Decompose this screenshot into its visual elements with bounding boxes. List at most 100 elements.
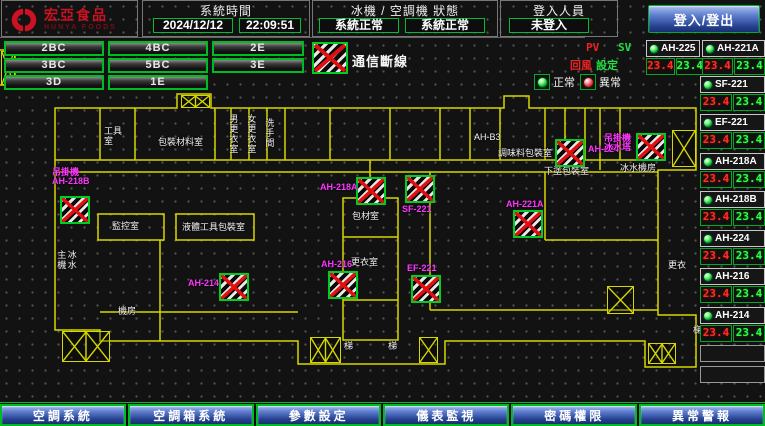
hmi-screen: 工具 室包裝材料室男更衣室女更衣室洗手間AH-B3調味料包裝室下塗包裝室冰水機房… (0, 0, 765, 426)
plan-unit-ef-221[interactable] (411, 275, 441, 303)
stair-hatch-icon (310, 337, 341, 363)
login-logout-button[interactable]: 登入/登出 (648, 5, 760, 33)
plan-unit-label: AH-218A (320, 183, 358, 192)
pv-value: 23.4 (700, 286, 732, 303)
unit-status-led-icon (703, 272, 713, 282)
ac-status-badge: 系統正常 (405, 18, 485, 33)
floor-button-5bc[interactable]: 5BC (108, 58, 208, 73)
room-label: 機房 (118, 306, 136, 316)
unit-name: AH-218A (715, 156, 757, 167)
unit-status-led-icon (705, 44, 715, 54)
plan-unit-ah-216[interactable] (328, 271, 358, 299)
unit-status-led-icon (703, 80, 713, 90)
nav-button-1[interactable]: 空調箱系統 (128, 404, 254, 426)
topbar-divider (0, 37, 585, 38)
empty-unit-slot (700, 345, 765, 362)
nav-button-0[interactable]: 空調系統 (0, 404, 126, 426)
unit-ah-216[interactable]: AH-216 (700, 268, 765, 285)
room-label: 梯 (344, 341, 353, 351)
room-label: 冰水機房 (620, 163, 656, 173)
brand-name: 宏亞食品 (44, 8, 117, 22)
pv-value: 23.4 (700, 171, 732, 188)
sv-value: 23.4 (733, 248, 765, 265)
unit-ah-221a-values: 23.423.4 (702, 58, 765, 75)
sv-value: 23.4 (733, 286, 765, 303)
system-time-section: 系統時間 2024/12/12 22:09:51 (142, 0, 310, 37)
unit-status-led-icon (703, 234, 713, 244)
login-title: 登入人員 (501, 2, 617, 19)
unit-ef-221[interactable]: EF-221 (700, 114, 765, 131)
nav-button-3[interactable]: 儀表監視 (383, 404, 509, 426)
unit-ah-216-values: 23.423.4 (700, 286, 765, 303)
room-label: 冰水 主機 (56, 250, 77, 270)
logo-section: 宏亞食品 HUNYA FOODS (1, 0, 138, 37)
unit-ah-224[interactable]: AH-224 (700, 230, 765, 247)
unit-status-led-icon (703, 311, 713, 321)
room-label: 更衣 (668, 260, 686, 270)
pv-value: 23.4 (700, 325, 732, 342)
nav-button-4[interactable]: 密碼權限 (511, 404, 637, 426)
plan-unit-label: 吊掛機 AH-218B (52, 168, 90, 187)
sv-value: 23.4 (733, 132, 765, 149)
machine-status-section: 冰機 / 空調機 狀態 系統正常 系統正常 (312, 0, 498, 37)
plan-unit-ah-218b[interactable] (60, 196, 90, 224)
room-label: 調味料包裝室 (498, 148, 552, 158)
plan-unit-label: AH-216 (321, 260, 352, 269)
plan-unit-ah-214[interactable] (219, 273, 249, 301)
pv-value: 23.4 (700, 94, 732, 111)
floor-button-2e[interactable]: 2E (212, 41, 304, 56)
room-label: 女更衣室 (246, 114, 256, 154)
system-time-title: 系統時間 (143, 2, 309, 19)
floor-button-3e[interactable]: 3E (212, 58, 304, 73)
sv-header: SV (618, 41, 631, 54)
plan-unit-sf-221[interactable] (405, 175, 435, 203)
floor-button-3bc[interactable]: 3BC (4, 58, 104, 73)
nav-button-5[interactable]: 異常警報 (639, 404, 765, 426)
sv-value: 23.4 (733, 325, 765, 342)
plan-unit-ah-225[interactable] (636, 133, 666, 161)
chiller-status-badge: 系統正常 (319, 18, 399, 33)
abnormal-led-icon (580, 74, 596, 90)
stair-hatch-icon (607, 286, 634, 314)
room-label: 梯 (388, 341, 397, 351)
plan-unit-ah-221a[interactable] (513, 210, 543, 238)
empty-unit-slot (700, 366, 765, 383)
stair-hatch-icon (181, 95, 210, 108)
nav-button-2[interactable]: 參數設定 (256, 404, 382, 426)
unit-ah-221a[interactable]: AH-221A (702, 40, 765, 57)
login-section: 登入人員 未登入 (500, 0, 618, 37)
unit-ah-214[interactable]: AH-214 (700, 307, 765, 324)
floor-button-2bc[interactable]: 2BC (4, 41, 104, 56)
floor-button-1e[interactable]: 1E (108, 75, 208, 90)
hunya-logo-icon (8, 6, 40, 34)
floor-button-4bc[interactable]: 4BC (108, 41, 208, 56)
unit-ah-218b[interactable]: AH-218B (700, 191, 765, 208)
unit-sf-221-values: 23.423.4 (700, 94, 765, 111)
unit-ah-218a[interactable]: AH-218A (700, 153, 765, 170)
unit-name: AH-225 (661, 43, 695, 54)
comm-error-legend-icon (312, 42, 348, 74)
room-label: AH-B3 (474, 132, 501, 142)
plan-unit-ah-218a[interactable] (356, 177, 386, 205)
unit-status-led-icon (649, 44, 659, 54)
floor-button-3d[interactable]: 3D (4, 75, 104, 90)
unit-name: AH-224 (715, 233, 749, 244)
plan-unit-ah-224[interactable] (555, 139, 585, 167)
plan-unit-label: 吊掛機 冰水塔 (604, 134, 631, 153)
plan-unit-label: AH-221A (506, 200, 544, 209)
unit-name: EF-221 (715, 117, 748, 128)
stair-hatch-icon (672, 130, 696, 167)
stair-hatch-icon (62, 331, 110, 362)
unit-sf-221[interactable]: SF-221 (700, 76, 765, 93)
pv-name-label: 回風 (570, 57, 592, 73)
pv-header: PV (586, 41, 599, 54)
sv-value: 23.4 (733, 209, 765, 226)
bottom-navbar: 空調系統空調箱系統參數設定儀表監視密碼權限異常警報 (0, 402, 765, 426)
stair-hatch-icon (648, 343, 676, 364)
unit-name: AH-214 (715, 310, 749, 321)
unit-name: AH-218B (715, 194, 757, 205)
room-label: 液體工具包裝室 (182, 222, 245, 232)
unit-status-led-icon (703, 157, 713, 167)
unit-ah-225[interactable]: AH-225 (646, 40, 700, 57)
unit-status-led-icon (703, 195, 713, 205)
